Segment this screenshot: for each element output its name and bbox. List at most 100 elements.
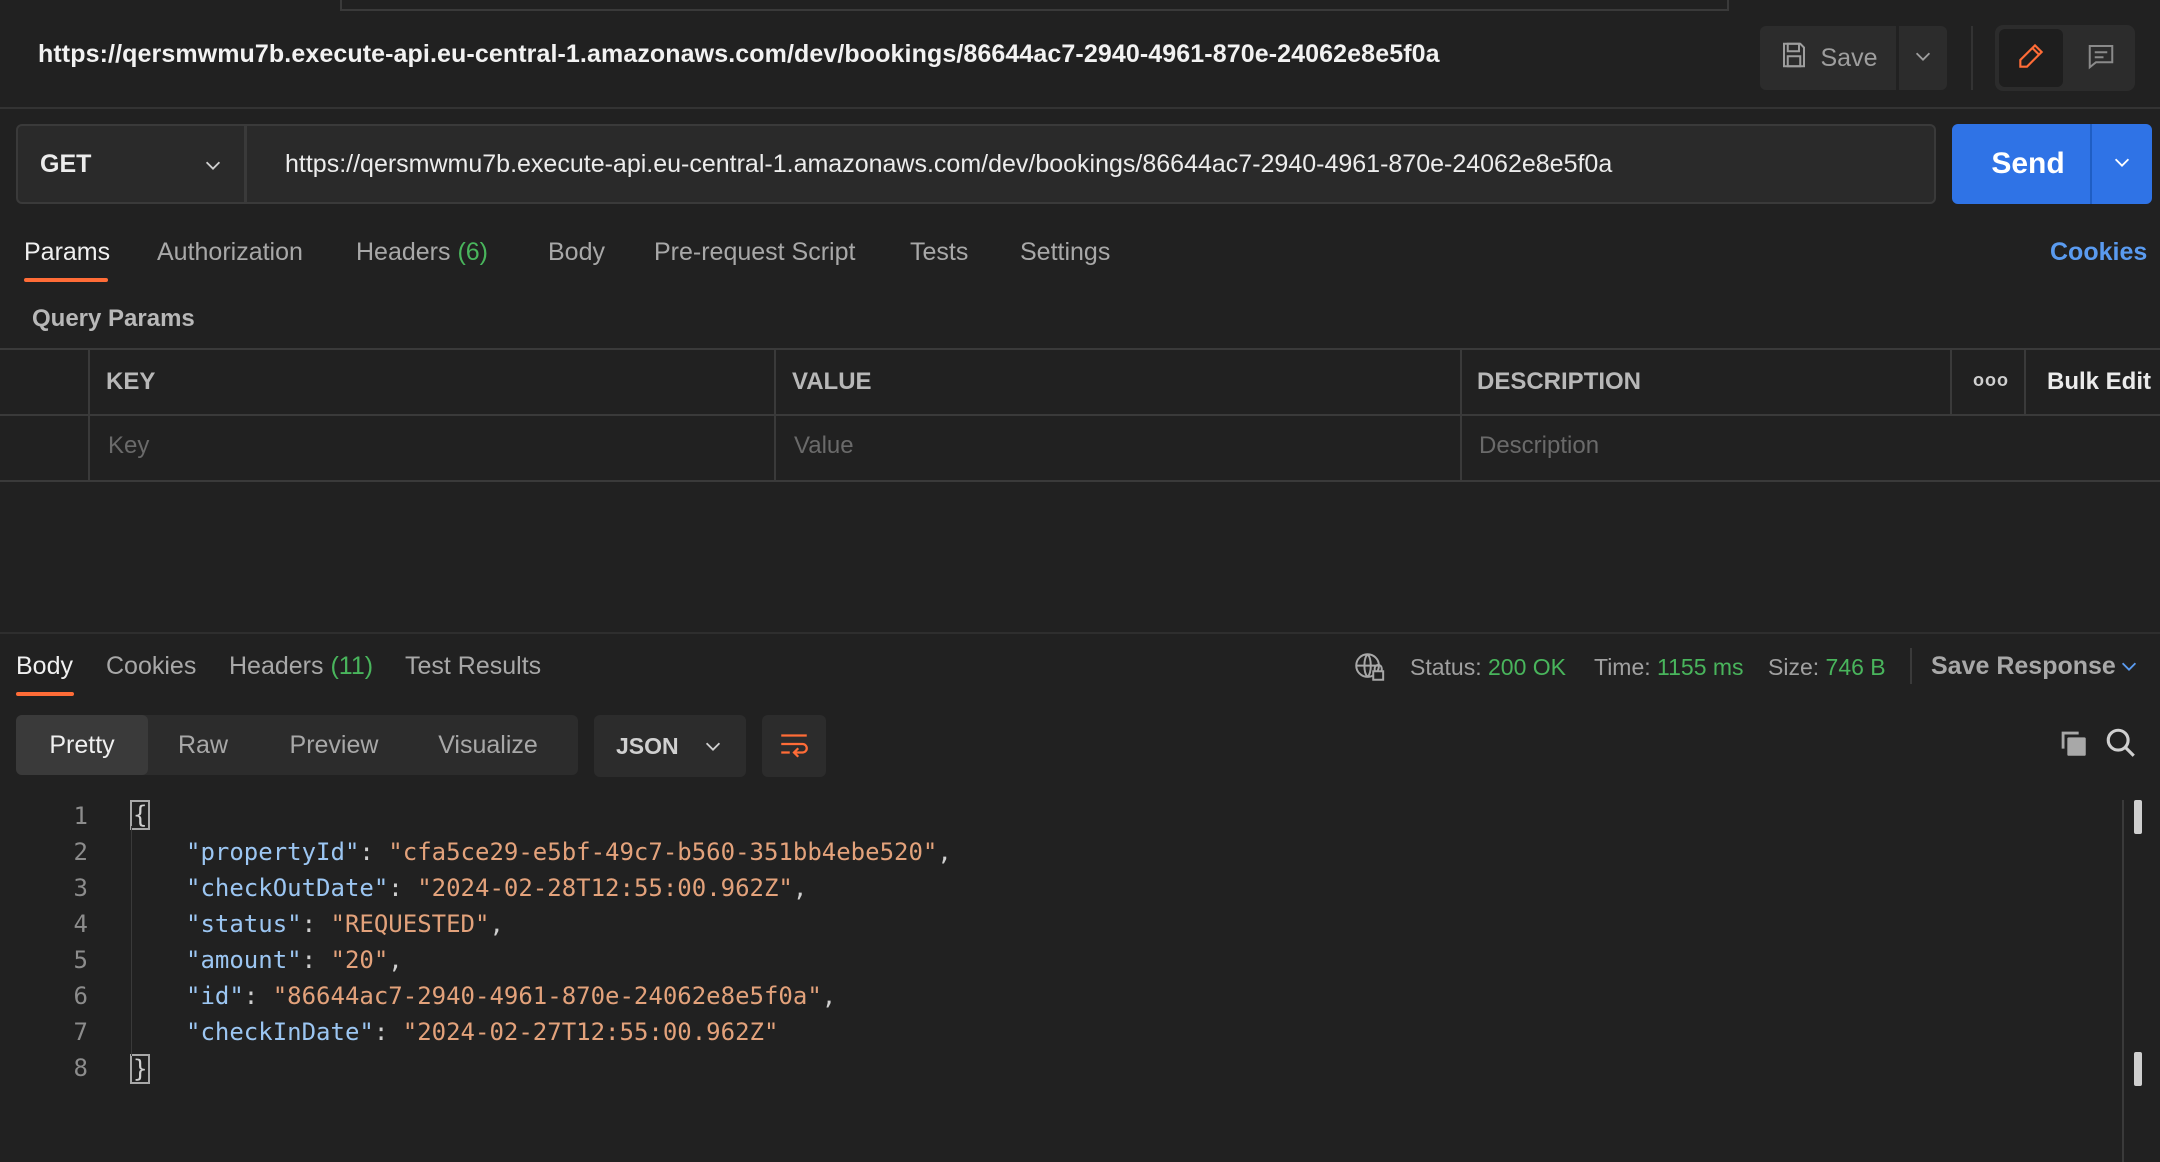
json-string: "cfa5ce29-e5bf-49c7-b560-351bb4ebe520": [388, 838, 938, 866]
table-col-divider: [1460, 348, 1462, 482]
chevron-down-icon: [202, 154, 224, 183]
wrap-icon: [777, 727, 811, 766]
json-string: "2024-02-27T12:55:00.962Z": [402, 1018, 779, 1046]
json-string: "2024-02-28T12:55:00.962Z": [417, 874, 793, 902]
tab-headers[interactable]: Headers (6): [356, 238, 488, 267]
line-number: 3: [73, 874, 88, 902]
json-key: "propertyId": [186, 838, 360, 866]
chevron-down-icon: [1912, 45, 1934, 72]
header-divider: [0, 107, 2160, 109]
view-mode-selector: Pretty Raw Preview Visualize: [16, 715, 578, 775]
format-select[interactable]: JSON: [594, 715, 746, 777]
pane-divider[interactable]: [0, 632, 2160, 634]
line-number: 8: [73, 1054, 88, 1082]
comment-mode-button[interactable]: [2071, 29, 2131, 87]
active-response-tab-indicator: [16, 692, 74, 696]
size-value: 746 B: [1825, 654, 1886, 680]
code-line: "checkInDate": "2024-02-27T12:55:00.962Z…: [186, 1018, 779, 1046]
indent-guide: [131, 826, 132, 1056]
table-col-divider: [2024, 348, 2026, 414]
table-border-top: [0, 348, 2160, 350]
network-globe-icon[interactable]: [1352, 650, 1386, 689]
tab-authorization[interactable]: Authorization: [157, 238, 303, 267]
tab-prerequest-script[interactable]: Pre-request Script: [654, 238, 855, 267]
query-params-label: Query Params: [32, 305, 195, 332]
line-number: 2: [73, 838, 88, 866]
table-border-bottom: [0, 480, 2160, 482]
response-headers-count: (11): [330, 652, 374, 680]
chevron-down-icon: [702, 735, 724, 763]
code-line: "id": "86644ac7-2940-4961-870e-24062e8e5…: [186, 982, 837, 1010]
edit-mode-button[interactable]: [1999, 29, 2063, 87]
size-indicator[interactable]: Size: 746 B: [1768, 654, 1886, 681]
size-label: Size:: [1768, 654, 1820, 680]
save-options-button[interactable]: [1899, 26, 1947, 90]
json-key: "id": [186, 982, 244, 1010]
send-options-button[interactable]: [2092, 124, 2152, 204]
request-title[interactable]: https://qersmwmu7b.execute-api.eu-centra…: [38, 40, 1440, 69]
code-line: {: [130, 800, 151, 830]
method-select[interactable]: GET: [16, 124, 246, 204]
status-value: 200 OK: [1488, 654, 1566, 680]
code-line: "propertyId": "cfa5ce29-e5bf-49c7-b560-3…: [186, 838, 952, 866]
view-mode-raw[interactable]: Raw: [148, 715, 258, 775]
response-tab-cookies[interactable]: Cookies: [106, 652, 196, 681]
comment-icon: [2086, 41, 2116, 76]
table-col-divider: [1950, 348, 1952, 414]
chevron-down-icon: [2111, 151, 2133, 178]
status-label: Status:: [1410, 654, 1482, 680]
param-key-input[interactable]: Key: [108, 432, 149, 460]
response-tab-test-results[interactable]: Test Results: [405, 652, 541, 681]
save-icon: [1779, 40, 1809, 77]
param-description-input[interactable]: Description: [1479, 432, 1599, 460]
line-number: 4: [73, 910, 88, 938]
response-body-viewer[interactable]: 1 2 3 4 5 6 7 8 { "propertyId": "cfa5ce2…: [0, 800, 2120, 1162]
tab-strip: [340, 0, 1729, 11]
json-key: "status": [186, 910, 302, 938]
vertical-scrollbar-track[interactable]: [2122, 800, 2124, 1162]
column-header-key: KEY: [106, 368, 156, 395]
column-header-description: DESCRIPTION: [1477, 368, 1642, 395]
url-input[interactable]: https://qersmwmu7b.execute-api.eu-centra…: [246, 124, 1936, 204]
wrap-lines-button[interactable]: [762, 715, 826, 777]
save-group: Save: [1760, 26, 1947, 90]
save-response-button[interactable]: Save Response: [1931, 652, 2116, 681]
pencil-icon: [2015, 40, 2047, 77]
send-group: Send: [1952, 124, 2152, 204]
search-icon[interactable]: [2104, 726, 2138, 765]
line-number: 7: [73, 1018, 88, 1046]
tab-tests[interactable]: Tests: [910, 238, 968, 267]
close-brace: }: [130, 1054, 151, 1084]
response-tab-body[interactable]: Body: [16, 652, 73, 681]
bulk-edit-button[interactable]: Bulk Edit: [2047, 368, 2151, 396]
save-label: Save: [1820, 43, 1878, 72]
response-tab-headers[interactable]: Headers (11): [229, 652, 373, 681]
send-button[interactable]: Send: [1952, 124, 2104, 204]
divider: [1971, 26, 1973, 90]
cookies-link[interactable]: Cookies: [2050, 238, 2147, 267]
time-indicator[interactable]: Time: 1155 ms: [1594, 654, 1744, 681]
status-indicator[interactable]: Status: 200 OK: [1410, 654, 1566, 681]
line-number: 6: [73, 982, 88, 1010]
response-headers-label: Headers: [229, 652, 324, 680]
json-string: "86644ac7-2940-4961-870e-24062e8e5f0a": [272, 982, 822, 1010]
tab-settings[interactable]: Settings: [1020, 238, 1110, 267]
view-mode-preview[interactable]: Preview: [266, 715, 402, 775]
json-key: "checkInDate": [186, 1018, 374, 1046]
more-options-button[interactable]: ooo: [1973, 370, 2009, 391]
tab-params[interactable]: Params: [24, 238, 110, 267]
param-value-input[interactable]: Value: [794, 432, 854, 460]
tab-body[interactable]: Body: [548, 238, 605, 267]
tab-headers-label: Headers: [356, 238, 451, 266]
save-button[interactable]: Save: [1760, 26, 1896, 90]
chevron-down-icon[interactable]: [2118, 655, 2140, 682]
view-mode-pretty[interactable]: Pretty: [16, 715, 148, 775]
copy-icon[interactable]: [2056, 726, 2090, 765]
overview-marker: [2134, 1052, 2142, 1086]
view-mode-visualize[interactable]: Visualize: [408, 715, 568, 775]
code-line: "amount": "20",: [186, 946, 403, 974]
time-label: Time:: [1594, 654, 1651, 680]
table-col-divider: [88, 348, 90, 482]
json-string: "20": [330, 946, 389, 974]
line-number: 1: [73, 802, 88, 830]
